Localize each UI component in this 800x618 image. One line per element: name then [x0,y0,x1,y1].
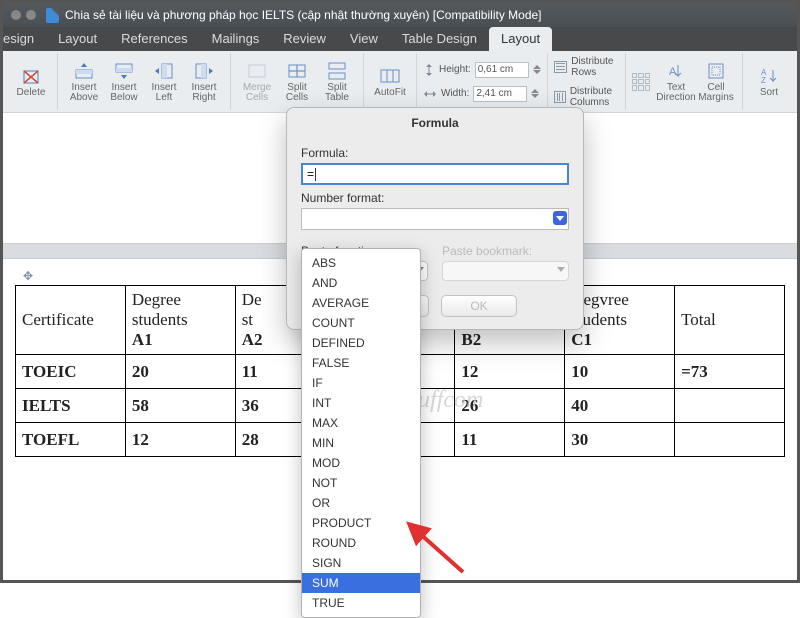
header-certificate[interactable]: Certificate [16,286,126,355]
annotation-arrow [413,527,473,580]
width-icon [423,88,437,100]
tab-references[interactable]: References [109,27,199,51]
tab-mailings[interactable]: Mailings [200,27,272,51]
formula-input[interactable]: = [301,163,569,185]
dd-item-product[interactable]: PRODUCT [302,513,420,533]
autofit-button[interactable]: AutoFit [370,53,410,110]
split-cells-button[interactable]: Split Cells [277,53,317,110]
height-input[interactable]: 0,61 cm [475,62,529,78]
tab-design[interactable]: esign [3,27,46,51]
dd-item-min[interactable]: MIN [302,433,420,453]
formula-label: Formula: [301,146,569,160]
dd-item-mod[interactable]: MOD [302,453,420,473]
insert-right-icon [193,60,215,82]
svg-text:Z: Z [761,76,766,85]
number-format-input[interactable] [301,208,569,230]
dd-item-false[interactable]: FALSE [302,353,420,373]
dd-item-if[interactable]: IF [302,373,420,393]
width-stepper[interactable] [531,89,539,98]
insert-above-icon [73,60,95,82]
tab-table-design[interactable]: Table Design [390,27,489,51]
dd-item-true[interactable]: TRUE [302,593,420,613]
width-row: Width: 2,41 cm [423,84,539,104]
paste-bookmark-label: Paste bookmark: [442,244,569,258]
cell-margins-button[interactable]: Cell Margins [696,53,736,110]
dd-item-int[interactable]: INT [302,393,420,413]
minimize-dot[interactable] [26,10,36,20]
sort-icon: AZ [758,65,780,87]
text-direction-button[interactable]: A Text Direction [656,53,696,110]
dd-item-defined[interactable]: DEFINED [302,333,420,353]
svg-text:A: A [669,66,677,78]
text-direction-icon: A [665,60,687,82]
height-row: Height: 0,61 cm [423,60,541,80]
height-icon [423,63,435,77]
sort-button[interactable]: AZ Sort [749,53,789,110]
autofit-icon [379,65,401,87]
dd-item-max[interactable]: MAX [302,413,420,433]
alignment-grid[interactable] [632,73,650,91]
split-cells-icon [286,60,308,82]
titlebar: Chia sẻ tài liệu và phương pháp học IELT… [3,3,797,27]
tab-view[interactable]: View [338,27,390,51]
dd-item-not[interactable]: NOT [302,473,420,493]
insert-below-icon [113,60,135,82]
tab-review[interactable]: Review [271,27,338,51]
tab-table-layout[interactable]: Layout [489,27,552,51]
dd-item-sum[interactable]: SUM [302,573,420,593]
insert-left-button[interactable]: Insert Left [144,53,184,110]
chevron-down-icon [557,267,565,272]
close-dot[interactable] [11,10,21,20]
split-table-icon [326,60,348,82]
width-input[interactable]: 2,41 cm [473,86,527,102]
merge-cells-icon [246,60,268,82]
insert-below-button[interactable]: Insert Below [104,53,144,110]
window-controls[interactable] [11,10,36,20]
number-format-dropdown-icon[interactable] [553,211,567,225]
insert-left-icon [153,60,175,82]
insert-above-button[interactable]: Insert Above [64,53,104,110]
merge-cells-button[interactable]: Merge Cells [237,53,277,110]
tab-layout[interactable]: Layout [46,27,109,51]
dd-item-average[interactable]: AVERAGE [302,293,420,313]
distribute-cols-icon [554,91,566,103]
delete-icon [20,65,42,87]
document-title: Chia sẻ tài liệu và phương pháp học IELT… [65,8,542,22]
document-icon [46,8,59,23]
cell-margins-icon [705,60,727,82]
dd-item-or[interactable]: OR [302,493,420,513]
paste-function-dropdown: ABS AND AVERAGE COUNT DEFINED FALSE IF I… [301,248,421,618]
paste-bookmark-select [442,261,569,281]
header-total[interactable]: Total [675,286,785,355]
ribbon: Delete Insert Above Insert Below Insert … [3,51,797,113]
split-table-button[interactable]: Split Table [317,53,357,110]
distribute-rows-icon [554,61,568,73]
height-stepper[interactable] [533,65,541,74]
insert-right-button[interactable]: Insert Right [184,53,224,110]
ribbon-tabs: esign Layout References Mailings Review … [3,27,797,51]
dd-item-and[interactable]: AND [302,273,420,293]
dd-item-abs[interactable]: ABS [302,253,420,273]
delete-button[interactable]: Delete [11,53,51,110]
ok-button[interactable]: OK [441,295,517,317]
number-format-label: Number format: [301,191,569,205]
dd-item-count[interactable]: COUNT [302,313,420,333]
dialog-title: Formula [287,108,583,136]
header-a1[interactable]: DegreestudentsA1 [125,286,235,355]
distribute-cols-button[interactable]: Distribute Columns [554,84,619,110]
distribute-rows-button[interactable]: Distribute Rows [554,54,619,80]
dd-item-sign[interactable]: SIGN [302,553,420,573]
dd-item-round[interactable]: ROUND [302,533,420,553]
